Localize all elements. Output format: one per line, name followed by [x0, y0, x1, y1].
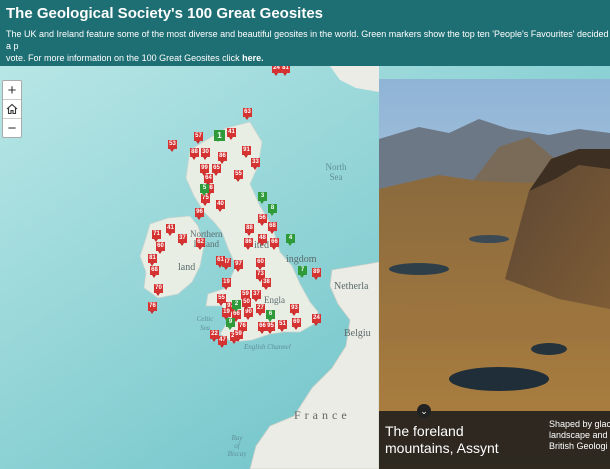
geosite-marker[interactable]: 55	[234, 170, 243, 182]
app-header: The Geological Society's 100 Great Geosi…	[0, 0, 610, 66]
geosite-marker[interactable]: 64	[204, 174, 213, 186]
geosite-marker[interactable]: 51	[278, 320, 287, 332]
home-icon	[6, 103, 18, 115]
geosite-marker[interactable]: 91	[242, 146, 251, 158]
geosite-marker[interactable]: 81	[148, 254, 157, 266]
geosite-marker[interactable]: 61	[216, 256, 225, 268]
geosite-marker[interactable]: 97	[234, 260, 243, 272]
geosite-marker[interactable]: 47	[218, 336, 227, 348]
favourite-geosite-marker[interactable]: 5	[200, 184, 209, 196]
geosite-marker[interactable]: 96	[195, 208, 204, 220]
page-title: The Geological Society's 100 Great Geosi…	[6, 5, 324, 22]
france-label: France	[294, 408, 351, 422]
north-sea-label: North Sea	[325, 162, 347, 182]
geosite-marker[interactable]: 24	[312, 314, 321, 326]
geosite-marker[interactable]: 59	[234, 330, 243, 342]
geosite-marker[interactable]: 60	[256, 258, 265, 270]
geosite-marker[interactable]: 60	[156, 242, 165, 254]
geosite-marker[interactable]: 30	[201, 148, 210, 160]
chevron-down-icon[interactable]: ⌄	[417, 404, 431, 418]
feature-panel: The foreland mountains, Assynt Shaped by…	[379, 79, 610, 469]
geosite-marker[interactable]: 57	[194, 132, 203, 144]
english-channel-label: English Channel	[244, 343, 291, 351]
geosite-marker[interactable]: 50	[242, 298, 251, 310]
geosite-marker[interactable]: 53	[168, 140, 177, 152]
england-label: Engla	[264, 295, 285, 305]
favourite-geosite-marker[interactable]: 2	[232, 300, 241, 312]
geosite-marker[interactable]: 68	[150, 266, 159, 278]
geosite-marker[interactable]: 95	[266, 322, 275, 334]
geosite-marker[interactable]: 56	[258, 214, 267, 226]
geosite-marker[interactable]: 55	[217, 294, 226, 306]
geosite-marker[interactable]: 71	[152, 230, 161, 242]
geosite-marker[interactable]: 48	[258, 234, 267, 246]
geosite-marker[interactable]: 93	[290, 304, 299, 316]
geosite-marker[interactable]: 88	[245, 224, 254, 236]
geosite-marker[interactable]: 66	[270, 238, 279, 250]
geosite-marker[interactable]: 24	[272, 66, 281, 76]
more-info-link[interactable]: here.	[242, 53, 264, 63]
netherlands-label: Netherla	[334, 281, 369, 292]
geosite-marker[interactable]: 86	[244, 238, 253, 250]
geosite-marker[interactable]: 41	[227, 128, 236, 140]
bay-of-biscay-label: Bay of Biscay	[227, 434, 247, 458]
geosite-marker[interactable]: 38	[262, 278, 271, 290]
description-line-2: vote. For more information on the 100 Gr…	[6, 53, 243, 63]
geosite-marker[interactable]: 99	[200, 164, 209, 176]
kingdom-label: ingdom	[286, 254, 317, 265]
description-line-1: The UK and Ireland feature some of the m…	[6, 29, 610, 51]
home-button[interactable]	[3, 100, 21, 119]
favourite-geosite-marker[interactable]: 1	[214, 130, 225, 142]
geosite-marker[interactable]: 65	[212, 164, 221, 176]
geosite-marker[interactable]: 41	[166, 224, 175, 236]
geosite-marker[interactable]: 37	[178, 234, 187, 246]
geosite-marker[interactable]: 33	[251, 158, 260, 170]
geosite-marker[interactable]: 68	[268, 222, 277, 234]
zoom-in-button[interactable]: +	[3, 81, 21, 100]
geosite-marker[interactable]: 69	[292, 318, 301, 330]
geosite-marker[interactable]: 19	[222, 308, 231, 320]
geosite-marker[interactable]: 88	[190, 148, 199, 160]
zoom-out-button[interactable]: −	[3, 119, 21, 137]
northern-ireland-label: Northern Ireland	[190, 229, 223, 249]
favourite-geosite-marker[interactable]: 9	[226, 318, 235, 330]
geosite-marker[interactable]: 89	[312, 268, 321, 280]
geosite-marker[interactable]: 81	[281, 66, 290, 76]
geosite-marker[interactable]: 37	[252, 290, 261, 302]
favourite-geosite-marker[interactable]: 8	[268, 204, 277, 216]
geosite-marker[interactable]: 63	[243, 108, 252, 120]
feature-title: The foreland mountains, Assynt	[385, 423, 499, 456]
geosite-marker[interactable]: 86	[218, 152, 227, 164]
favourite-geosite-marker[interactable]: 4	[286, 234, 295, 246]
geosite-marker[interactable]: 62	[196, 238, 205, 250]
favourite-geosite-marker[interactable]: 6	[266, 310, 275, 322]
geosite-marker[interactable]: 19	[222, 278, 231, 290]
feature-caption: The foreland mountains, Assynt Shaped by…	[379, 411, 610, 469]
belgium-label: Belgiu	[344, 328, 371, 339]
geosite-marker[interactable]: 76	[148, 302, 157, 314]
header-description: The UK and Ireland feature some of the m…	[6, 28, 610, 64]
geosite-marker[interactable]: 27	[256, 304, 265, 316]
geosite-marker[interactable]: 40	[216, 200, 225, 212]
favourite-geosite-marker[interactable]: 3	[258, 192, 267, 204]
ireland-label: land	[178, 262, 196, 273]
map-controls: + −	[2, 80, 22, 138]
favourite-geosite-marker[interactable]: 7	[298, 266, 307, 278]
feature-description: Shaped by glac landscape and British Geo…	[549, 419, 610, 451]
geosite-marker[interactable]: 70	[154, 284, 163, 296]
